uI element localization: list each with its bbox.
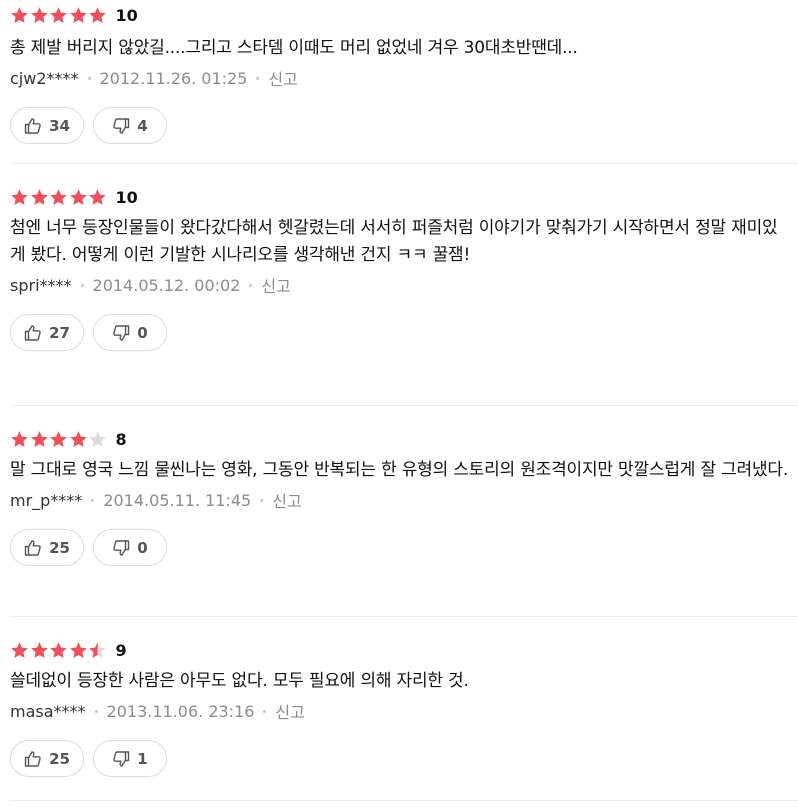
star-half-icon [88, 641, 107, 660]
star-filled-icon [69, 188, 88, 207]
vote-buttons: 25 1 [10, 740, 798, 777]
report-link[interactable]: 신고 [272, 488, 301, 512]
star-filled-icon [69, 430, 88, 449]
star-filled-icon [30, 430, 49, 449]
review-list: 10 총 제발 버리지 않았길....그리고 스타뎀 이때도 머리 없었네 겨우… [0, 0, 798, 801]
star-empty-icon [88, 430, 107, 449]
star-rating [10, 188, 108, 207]
dislike-count: 0 [137, 323, 148, 342]
vote-buttons: 27 0 [10, 314, 798, 351]
dislike-count: 4 [137, 116, 148, 135]
review-date: 2012.11.26. 01:25 [99, 68, 248, 88]
dislike-count: 1 [137, 749, 148, 768]
star-filled-icon [10, 430, 29, 449]
thumbs-up-icon [24, 117, 42, 135]
star-filled-icon [49, 641, 68, 660]
review-author: cjw2**** [10, 68, 79, 88]
dislike-count: 0 [137, 538, 148, 557]
review-meta: cjw2**** 2012.11.26. 01:25 신고 [10, 66, 798, 90]
dislike-button[interactable]: 0 [93, 314, 167, 351]
dislike-button[interactable]: 0 [93, 529, 167, 566]
rating-row: 10 [10, 3, 798, 27]
star-filled-icon [88, 188, 107, 207]
star-filled-icon [88, 6, 107, 25]
star-filled-icon [10, 188, 29, 207]
review-comment: 첨엔 너무 등장인물들이 왔다갔다해서 헷갈렸는데 서서히 퍼즐처럼 이야기가 … [10, 218, 778, 265]
thumbs-up-icon [24, 539, 42, 557]
like-button[interactable]: 27 [10, 314, 84, 351]
like-count: 25 [49, 538, 70, 557]
rating-score: 8 [115, 429, 127, 449]
vote-buttons: 34 4 [10, 107, 798, 144]
separator-dot [256, 76, 260, 80]
rating-score: 10 [115, 187, 138, 207]
like-count: 27 [49, 323, 70, 342]
star-filled-icon [10, 6, 29, 25]
review-date: 2014.05.11. 11:45 [103, 490, 252, 510]
separator-dot [87, 76, 91, 80]
rating-row: 8 [10, 427, 798, 451]
report-link[interactable]: 신고 [268, 66, 297, 90]
rating-score: 9 [115, 640, 127, 660]
thumbs-down-icon [112, 324, 130, 342]
review-meta: masa**** 2013.11.06. 23:16 신고 [10, 699, 798, 723]
thumbs-down-icon [112, 539, 130, 557]
star-filled-icon [10, 641, 29, 660]
star-filled-icon [69, 641, 88, 660]
review-meta: spri**** 2014.05.12. 00:02 신고 [10, 273, 798, 297]
review-item: 8 말 그대로 영국 느낌 물씬나는 영화, 그동안 반복되는 한 유형의 스토… [10, 406, 798, 617]
like-button[interactable]: 25 [10, 740, 84, 777]
star-rating [10, 430, 108, 449]
dislike-button[interactable]: 1 [93, 740, 167, 777]
thumbs-up-icon [24, 750, 42, 768]
star-filled-icon [49, 430, 68, 449]
star-filled-icon [30, 641, 49, 660]
review-comment: 쓸데없이 등장한 사람은 아무도 없다. 모두 필요에 의해 자리한 것. [10, 671, 469, 691]
separator-dot [91, 498, 95, 502]
review-comment: 말 그대로 영국 느낌 물씬나는 영화, 그동안 반복되는 한 유형의 스토리의… [10, 460, 789, 480]
dislike-button[interactable]: 4 [93, 107, 167, 144]
review-date: 2013.11.06. 23:16 [106, 701, 255, 721]
thumbs-up-icon [24, 324, 42, 342]
review-item: 10 총 제발 버리지 않았길....그리고 스타뎀 이때도 머리 없었네 겨우… [10, 0, 798, 164]
vote-buttons: 25 0 [10, 529, 798, 566]
like-count: 25 [49, 749, 70, 768]
separator-dot [260, 498, 264, 502]
like-button[interactable]: 25 [10, 529, 84, 566]
star-rating [10, 6, 108, 25]
report-link[interactable]: 신고 [275, 699, 304, 723]
separator-dot [249, 283, 253, 287]
star-filled-icon [69, 6, 88, 25]
thumbs-down-icon [112, 117, 130, 135]
review-author: masa**** [10, 701, 86, 721]
separator-dot [263, 709, 267, 713]
review-meta: mr_p**** 2014.05.11. 11:45 신고 [10, 488, 798, 512]
rating-row: 9 [10, 638, 798, 662]
review-item: 10 첨엔 너무 등장인물들이 왔다갔다해서 헷갈렸는데 서서히 퍼즐처럼 이야… [10, 164, 798, 406]
star-filled-icon [30, 6, 49, 25]
star-filled-icon [49, 188, 68, 207]
thumbs-down-icon [112, 750, 130, 768]
review-author: mr_p**** [10, 490, 83, 510]
separator-dot [94, 709, 98, 713]
separator-dot [80, 283, 84, 287]
report-link[interactable]: 신고 [261, 273, 290, 297]
review-comment: 총 제발 버리지 않았길....그리고 스타뎀 이때도 머리 없었네 겨우 30… [10, 38, 578, 58]
review-author: spri**** [10, 275, 72, 295]
like-count: 34 [49, 116, 70, 135]
star-rating [10, 641, 108, 660]
review-date: 2014.05.12. 00:02 [92, 275, 241, 295]
star-filled-icon [30, 188, 49, 207]
rating-score: 10 [115, 5, 138, 25]
like-button[interactable]: 34 [10, 107, 84, 144]
rating-row: 10 [10, 185, 798, 209]
star-filled-icon [49, 6, 68, 25]
review-item: 9 쓸데없이 등장한 사람은 아무도 없다. 모두 필요에 의해 자리한 것. … [10, 617, 798, 801]
